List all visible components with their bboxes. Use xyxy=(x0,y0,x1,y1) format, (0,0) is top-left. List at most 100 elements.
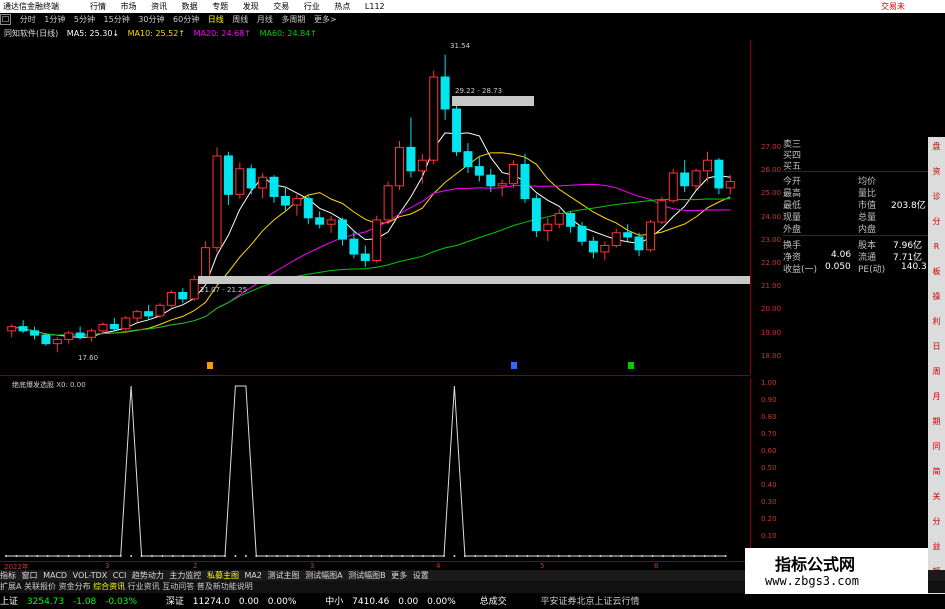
ext-tab-industry[interactable]: 行业资讯 xyxy=(128,582,160,591)
candle[interactable] xyxy=(41,333,51,346)
right-tool-button[interactable]: 日 xyxy=(931,341,942,352)
candle[interactable] xyxy=(634,232,644,257)
right-tool-button[interactable]: 盘 xyxy=(931,141,942,152)
candle[interactable] xyxy=(360,245,370,267)
period-more[interactable]: 更多> xyxy=(314,15,337,24)
period-minute-chart[interactable]: 分时 xyxy=(20,15,36,24)
right-tool-button[interactable]: 利 xyxy=(931,316,942,327)
right-tool-button[interactable]: 期 xyxy=(931,416,942,427)
candle[interactable] xyxy=(292,194,302,216)
ext-tab-quote[interactable]: 关联报价 xyxy=(24,582,56,591)
ext-tab-fund[interactable]: 资金分布 xyxy=(59,582,91,591)
candle[interactable] xyxy=(246,164,256,195)
right-tool-button[interactable]: 诊 xyxy=(931,191,942,202)
candle[interactable] xyxy=(64,330,74,344)
candle[interactable] xyxy=(155,303,165,319)
ext-tab-qa[interactable]: 互动问答 xyxy=(162,582,194,591)
candle[interactable] xyxy=(337,217,347,246)
candle[interactable] xyxy=(178,288,188,304)
period-15min[interactable]: 15分钟 xyxy=(104,15,130,24)
menu-version[interactable]: L112 xyxy=(365,2,385,11)
menu-discover[interactable]: 发现 xyxy=(243,2,259,11)
right-tool-button[interactable]: 月 xyxy=(931,391,942,402)
menu-data[interactable]: 数据 xyxy=(182,2,198,11)
candle[interactable] xyxy=(725,175,735,195)
candle[interactable] xyxy=(600,241,610,261)
tab-test-main[interactable]: 测试主图 xyxy=(268,571,300,580)
indicator-chart[interactable]: 绝底爆发选股 X0: 0.00 xyxy=(0,378,750,563)
tab-test-b[interactable]: 测试幅图B xyxy=(348,571,386,580)
period-multi[interactable]: 多周期 xyxy=(281,15,305,24)
menu-market[interactable]: 市场 xyxy=(121,2,137,11)
tab-ma2[interactable]: MA2 xyxy=(245,571,262,580)
candle[interactable] xyxy=(429,70,439,165)
candle[interactable] xyxy=(75,326,85,340)
right-tool-button[interactable]: 资 xyxy=(931,166,942,177)
marker-1[interactable] xyxy=(207,362,213,369)
candle[interactable] xyxy=(566,211,576,233)
candle[interactable] xyxy=(109,318,119,331)
candle[interactable] xyxy=(144,305,154,321)
candle[interactable] xyxy=(212,147,222,252)
period-daily[interactable]: 日线 xyxy=(208,15,224,24)
candle[interactable] xyxy=(383,181,393,225)
candle[interactable] xyxy=(121,315,131,331)
candle[interactable] xyxy=(166,290,176,308)
candle[interactable] xyxy=(280,187,290,212)
candle[interactable] xyxy=(406,117,416,178)
period-60min[interactable]: 60分钟 xyxy=(173,15,199,24)
window-icon[interactable]: ☐ xyxy=(0,14,12,25)
ext-tab-help[interactable]: 普及新功能说明 xyxy=(197,582,253,591)
candle[interactable] xyxy=(623,224,633,242)
period-weekly[interactable]: 周线 xyxy=(232,15,248,24)
tab-test-a[interactable]: 测试幅图A xyxy=(305,571,342,580)
candle[interactable] xyxy=(543,217,553,242)
tab-monitor[interactable]: 主力监控 xyxy=(169,571,201,580)
candle[interactable] xyxy=(645,219,655,252)
candle[interactable] xyxy=(588,237,598,259)
candle[interactable] xyxy=(223,151,233,205)
marker-2[interactable] xyxy=(511,362,517,369)
candle[interactable] xyxy=(554,209,564,229)
candle[interactable] xyxy=(486,168,496,193)
tab-private-main[interactable]: 私募主图 xyxy=(207,571,239,580)
tab-settings[interactable]: 设置 xyxy=(413,571,429,580)
period-30min[interactable]: 30分钟 xyxy=(138,15,164,24)
candle[interactable] xyxy=(452,98,462,156)
period-5min[interactable]: 5分钟 xyxy=(74,15,95,24)
right-tool-button[interactable]: 益 xyxy=(931,541,942,552)
candle[interactable] xyxy=(349,230,359,259)
trade-status[interactable]: 交易未 xyxy=(881,1,905,12)
candle[interactable] xyxy=(657,196,667,225)
ext-tab-a[interactable]: 扩展A xyxy=(0,582,21,591)
zx-index-label[interactable]: 中小 xyxy=(325,597,343,607)
period-1min[interactable]: 1分钟 xyxy=(44,15,65,24)
candle[interactable] xyxy=(30,326,40,340)
menu-trade[interactable]: 交易 xyxy=(273,2,289,11)
candle[interactable] xyxy=(303,194,313,225)
candle[interactable] xyxy=(87,328,97,342)
menu-industry[interactable]: 行业 xyxy=(304,2,320,11)
right-tool-button[interactable]: 板 xyxy=(931,266,942,277)
candle[interactable] xyxy=(680,160,690,193)
menu-news[interactable]: 资讯 xyxy=(151,2,167,11)
tab-trend[interactable]: 趋势动力 xyxy=(132,571,164,580)
sh-index-label[interactable]: 上证 xyxy=(0,597,18,607)
menu-topics[interactable]: 专题 xyxy=(212,2,228,11)
right-tool-button[interactable]: 操 xyxy=(931,291,942,302)
marker-3[interactable] xyxy=(628,362,634,369)
candle[interactable] xyxy=(520,153,530,203)
candle[interactable] xyxy=(611,228,621,248)
tab-vol[interactable]: VOL-TDX xyxy=(73,571,108,580)
candle[interactable] xyxy=(98,322,108,333)
candle[interactable] xyxy=(509,160,519,188)
candle[interactable] xyxy=(189,275,199,301)
tab-indicator[interactable]: 指标 xyxy=(0,571,16,580)
candle[interactable] xyxy=(201,241,211,282)
candle[interactable] xyxy=(269,175,279,203)
candlestick-chart[interactable]: 29.22 - 28.73 21.07 - 21.25 31.54 17.60 xyxy=(0,40,750,375)
candle[interactable] xyxy=(52,337,62,353)
right-tool-button[interactable]: 分 xyxy=(931,516,942,527)
right-tool-button[interactable]: 分 xyxy=(931,216,942,227)
candle[interactable] xyxy=(315,211,325,229)
